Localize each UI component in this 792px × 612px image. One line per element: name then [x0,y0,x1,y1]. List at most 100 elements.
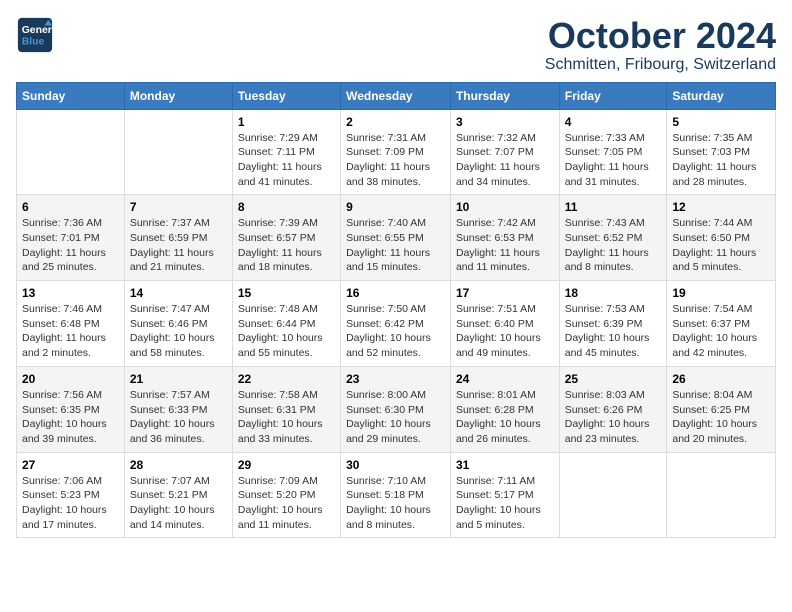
calendar-cell: 12 Sunrise: 7:44 AMSunset: 6:50 PMDayligh… [667,195,776,281]
calendar-cell [667,452,776,538]
day-number: 23 [346,372,445,386]
day-info: Sunrise: 7:36 AMSunset: 7:01 PMDaylight:… [22,216,119,275]
calendar-cell: 21Sunrise: 7:57 AMSunset: 6:33 PMDayligh… [124,366,232,452]
location-subtitle: Schmitten, Fribourg, Switzerland [545,56,776,74]
calendar-cell [17,109,125,195]
day-number: 3 [456,115,554,129]
calendar-cell: 14 Sunrise: 7:47 AMSunset: 6:46 PMDayligh… [124,281,232,367]
week-row-4: 20Sunrise: 7:56 AMSunset: 6:35 PMDayligh… [17,366,776,452]
calendar-cell: 28Sunrise: 7:07 AMSunset: 5:21 PMDayligh… [124,452,232,538]
day-info: Sunrise: 7:06 AMSunset: 5:23 PMDaylight:… [22,474,119,533]
col-wednesday: Wednesday [341,82,451,109]
day-number: 5 [672,115,770,129]
day-number: 16 [346,286,445,300]
day-info: Sunrise: 7:29 AMSunset: 7:11 PMDaylight:… [238,131,335,190]
col-tuesday: Tuesday [232,82,340,109]
col-monday: Monday [124,82,232,109]
calendar-body: 1 Sunrise: 7:29 AMSunset: 7:11 PMDaylight… [17,109,776,538]
day-number: 2 [346,115,445,129]
calendar-cell: 5 Sunrise: 7:35 AMSunset: 7:03 PMDaylight… [667,109,776,195]
day-number: 19 [672,286,770,300]
calendar-cell: 31Sunrise: 7:11 AMSunset: 5:17 PMDayligh… [450,452,559,538]
day-number: 20 [22,372,119,386]
calendar-cell [559,452,667,538]
day-info: Sunrise: 7:40 AMSunset: 6:55 PMDaylight:… [346,216,445,275]
title-block: October 2024 Schmitten, Fribourg, Switze… [545,16,776,74]
day-number: 22 [238,372,335,386]
calendar-cell: 4Sunrise: 7:33 AMSunset: 7:05 PMDaylight… [559,109,667,195]
day-info: Sunrise: 7:31 AMSunset: 7:09 PMDaylight:… [346,131,445,190]
col-thursday: Thursday [450,82,559,109]
calendar-cell: 1 Sunrise: 7:29 AMSunset: 7:11 PMDaylight… [232,109,340,195]
day-info: Sunrise: 7:37 AMSunset: 6:59 PMDaylight:… [130,216,227,275]
day-number: 15 [238,286,335,300]
day-info: Sunrise: 7:53 AMSunset: 6:39 PMDaylight:… [565,302,662,361]
calendar-table: Sunday Monday Tuesday Wednesday Thursday… [16,82,776,539]
calendar-cell: 9 Sunrise: 7:40 AMSunset: 6:55 PMDaylight… [341,195,451,281]
calendar-cell: 7 Sunrise: 7:37 AMSunset: 6:59 PMDaylight… [124,195,232,281]
day-info: Sunrise: 7:33 AMSunset: 7:05 PMDaylight:… [565,131,662,190]
header-row: Sunday Monday Tuesday Wednesday Thursday… [17,82,776,109]
day-number: 6 [22,200,119,214]
col-friday: Friday [559,82,667,109]
day-number: 8 [238,200,335,214]
calendar-cell: 23 Sunrise: 8:00 AMSunset: 6:30 PMDayligh… [341,366,451,452]
calendar-cell [124,109,232,195]
day-info: Sunrise: 7:35 AMSunset: 7:03 PMDaylight:… [672,131,770,190]
calendar-cell: 17 Sunrise: 7:51 AMSunset: 6:40 PMDayligh… [450,281,559,367]
day-info: Sunrise: 7:48 AMSunset: 6:44 PMDaylight:… [238,302,335,361]
day-number: 18 [565,286,662,300]
col-sunday: Sunday [17,82,125,109]
calendar-cell: 6 Sunrise: 7:36 AMSunset: 7:01 PMDaylight… [17,195,125,281]
calendar-cell: 26Sunrise: 8:04 AMSunset: 6:25 PMDayligh… [667,366,776,452]
day-info: Sunrise: 7:42 AMSunset: 6:53 PMDaylight:… [456,216,554,275]
calendar-cell: 3 Sunrise: 7:32 AMSunset: 7:07 PMDaylight… [450,109,559,195]
day-info: Sunrise: 7:39 AMSunset: 6:57 PMDaylight:… [238,216,335,275]
day-info: Sunrise: 7:47 AMSunset: 6:46 PMDaylight:… [130,302,227,361]
day-number: 21 [130,372,227,386]
day-number: 13 [22,286,119,300]
calendar-cell: 16 Sunrise: 7:50 AMSunset: 6:42 PMDayligh… [341,281,451,367]
day-number: 17 [456,286,554,300]
day-number: 12 [672,200,770,214]
calendar-cell: 30 Sunrise: 7:10 AMSunset: 5:18 PMDayligh… [341,452,451,538]
day-info: Sunrise: 8:04 AMSunset: 6:25 PMDaylight:… [672,388,770,447]
week-row-2: 6 Sunrise: 7:36 AMSunset: 7:01 PMDaylight… [17,195,776,281]
day-info: Sunrise: 7:51 AMSunset: 6:40 PMDaylight:… [456,302,554,361]
calendar-cell: 13Sunrise: 7:46 AMSunset: 6:48 PMDayligh… [17,281,125,367]
day-number: 29 [238,458,335,472]
day-number: 14 [130,286,227,300]
day-info: Sunrise: 7:09 AMSunset: 5:20 PMDaylight:… [238,474,335,533]
day-info: Sunrise: 7:32 AMSunset: 7:07 PMDaylight:… [456,131,554,190]
day-number: 1 [238,115,335,129]
calendar-cell: 22 Sunrise: 7:58 AMSunset: 6:31 PMDayligh… [232,366,340,452]
day-number: 7 [130,200,227,214]
day-info: Sunrise: 7:44 AMSunset: 6:50 PMDaylight:… [672,216,770,275]
week-row-3: 13Sunrise: 7:46 AMSunset: 6:48 PMDayligh… [17,281,776,367]
svg-text:General: General [22,25,54,36]
day-number: 24 [456,372,554,386]
calendar-cell: 2 Sunrise: 7:31 AMSunset: 7:09 PMDaylight… [341,109,451,195]
day-info: Sunrise: 7:58 AMSunset: 6:31 PMDaylight:… [238,388,335,447]
day-number: 25 [565,372,662,386]
day-info: Sunrise: 7:43 AMSunset: 6:52 PMDaylight:… [565,216,662,275]
logo: General Blue [16,16,54,54]
day-info: Sunrise: 7:50 AMSunset: 6:42 PMDaylight:… [346,302,445,361]
day-number: 27 [22,458,119,472]
week-row-5: 27 Sunrise: 7:06 AMSunset: 5:23 PMDayligh… [17,452,776,538]
day-info: Sunrise: 7:10 AMSunset: 5:18 PMDaylight:… [346,474,445,533]
calendar-cell: 15 Sunrise: 7:48 AMSunset: 6:44 PMDayligh… [232,281,340,367]
day-number: 30 [346,458,445,472]
logo-icon: General Blue [16,16,54,54]
calendar-cell: 8 Sunrise: 7:39 AMSunset: 6:57 PMDaylight… [232,195,340,281]
week-row-1: 1 Sunrise: 7:29 AMSunset: 7:11 PMDaylight… [17,109,776,195]
calendar-cell: 29 Sunrise: 7:09 AMSunset: 5:20 PMDayligh… [232,452,340,538]
day-number: 31 [456,458,554,472]
calendar-header: Sunday Monday Tuesday Wednesday Thursday… [17,82,776,109]
calendar-cell: 18 Sunrise: 7:53 AMSunset: 6:39 PMDayligh… [559,281,667,367]
day-info: Sunrise: 8:01 AMSunset: 6:28 PMDaylight:… [456,388,554,447]
day-info: Sunrise: 8:00 AMSunset: 6:30 PMDaylight:… [346,388,445,447]
day-info: Sunrise: 7:07 AMSunset: 5:21 PMDaylight:… [130,474,227,533]
day-number: 9 [346,200,445,214]
calendar-cell: 10Sunrise: 7:42 AMSunset: 6:53 PMDayligh… [450,195,559,281]
